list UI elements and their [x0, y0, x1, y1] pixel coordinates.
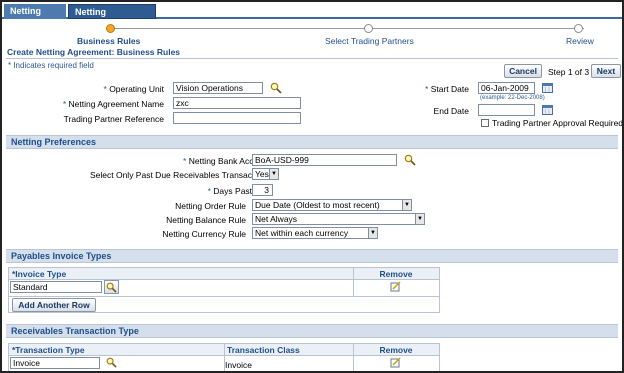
past-due-only-label: Select Only Past Due Receivables Transac…	[89, 170, 270, 180]
receivables-transaction-type-header: Receivables Transaction Type	[6, 324, 618, 338]
operating-unit-label: * Operating Unit	[103, 84, 164, 94]
train-line	[110, 28, 584, 29]
start-date-hint: (example: 22-Dec-2008)	[480, 95, 545, 101]
train-step-business-rules: Business Rules	[77, 36, 141, 46]
chevron-down-icon: ▼	[402, 200, 411, 210]
transaction-type-column-header: *Transaction Type	[9, 344, 224, 356]
remove-column-header: Remove	[353, 344, 439, 356]
train-step-3-marker[interactable]	[574, 24, 583, 33]
page-title: Create Netting Agreement: Business Rules	[7, 47, 181, 57]
currency-rule-value: Net within each currency	[255, 228, 349, 238]
calendar-icon[interactable]	[542, 104, 553, 115]
balance-rule-label: Netting Balance Rule	[166, 215, 246, 225]
cancel-button[interactable]: Cancel	[504, 64, 542, 78]
column-divider	[353, 344, 354, 371]
transaction-type-input[interactable]: Invoice	[10, 357, 100, 369]
required-note: * Indicates required field	[8, 61, 94, 70]
partner-reference-input[interactable]	[173, 112, 301, 124]
end-date-input[interactable]	[478, 104, 535, 116]
train-step-review[interactable]: Review	[566, 36, 594, 46]
agreement-name-input[interactable]: zxc	[173, 97, 301, 109]
train-step-2-marker[interactable]	[364, 24, 373, 33]
transaction-class-value: Invoice	[225, 360, 252, 370]
past-due-only-select[interactable]: Yes ▼	[252, 168, 279, 180]
payables-invoice-types-header: Payables Invoice Types	[6, 249, 618, 263]
bank-account-input[interactable]: BoA-USD-999	[252, 154, 397, 166]
approval-required-checkbox[interactable]	[481, 119, 489, 127]
process-train: Business Rules Select Trading Partners R…	[2, 21, 622, 47]
search-icon[interactable]	[270, 82, 282, 94]
train-step-1-marker	[106, 24, 115, 33]
approval-required-label: Trading Partner Approval Required	[492, 118, 624, 128]
remove-icon[interactable]	[390, 357, 401, 368]
remove-column-header: Remove	[353, 268, 439, 280]
chevron-down-icon: ▼	[415, 214, 424, 224]
order-rule-value: Due Date (Oldest to most recent)	[255, 200, 380, 210]
tab-bar: Netting Batch Netting Agreement	[2, 2, 622, 32]
search-icon	[106, 282, 117, 293]
transaction-class-column-header: Transaction Class	[224, 344, 353, 356]
balance-rule-select[interactable]: Net Always ▼	[252, 213, 425, 225]
past-due-only-value: Yes	[255, 169, 269, 179]
agreement-name-label: * Netting Agreement Name	[62, 99, 164, 109]
start-date-input[interactable]: 06-Jan-2009	[478, 82, 535, 94]
add-another-row-button[interactable]: Add Another Row	[12, 298, 96, 312]
start-date-label: * Start Date	[425, 84, 469, 94]
title-divider	[6, 58, 618, 59]
search-icon[interactable]	[404, 154, 416, 166]
days-past-due-input[interactable]: 3	[252, 184, 273, 196]
train-step-select-trading-partners[interactable]: Select Trading Partners	[325, 36, 414, 46]
search-icon[interactable]	[106, 357, 117, 368]
calendar-icon[interactable]	[542, 82, 553, 93]
order-rule-select[interactable]: Due Date (Oldest to most recent) ▼	[252, 199, 412, 211]
currency-rule-select[interactable]: Net within each currency ▼	[252, 227, 378, 239]
tab-netting-batch[interactable]: Netting Batch	[4, 4, 66, 31]
chevron-down-icon: ▼	[368, 228, 377, 238]
operating-unit-input[interactable]: Vision Operations	[173, 82, 263, 94]
next-button[interactable]: Next	[591, 64, 621, 78]
chevron-down-icon: ▼	[269, 169, 278, 179]
tab-netting-agreement[interactable]: Netting Agreement	[68, 4, 156, 32]
step-indicator: Step 1 of 3	[548, 67, 590, 77]
partner-reference-label: Trading Partner Reference	[63, 114, 164, 124]
invoice-type-column-header: *Invoice Type	[9, 268, 353, 280]
balance-rule-value: Net Always	[255, 214, 298, 224]
netting-preferences-header: Netting Preferences	[6, 135, 618, 149]
column-divider	[353, 268, 354, 296]
invoice-type-input[interactable]: Standard	[10, 281, 102, 293]
end-date-label: End Date	[433, 106, 469, 116]
row-divider	[9, 296, 439, 297]
app-window: Netting Batch Netting Agreement Business…	[0, 0, 624, 373]
invoice-type-search-button[interactable]	[104, 280, 119, 294]
remove-icon[interactable]	[390, 281, 401, 292]
currency-rule-label: Netting Currency Rule	[162, 229, 246, 239]
order-rule-label: Netting Order Rule	[175, 201, 246, 211]
